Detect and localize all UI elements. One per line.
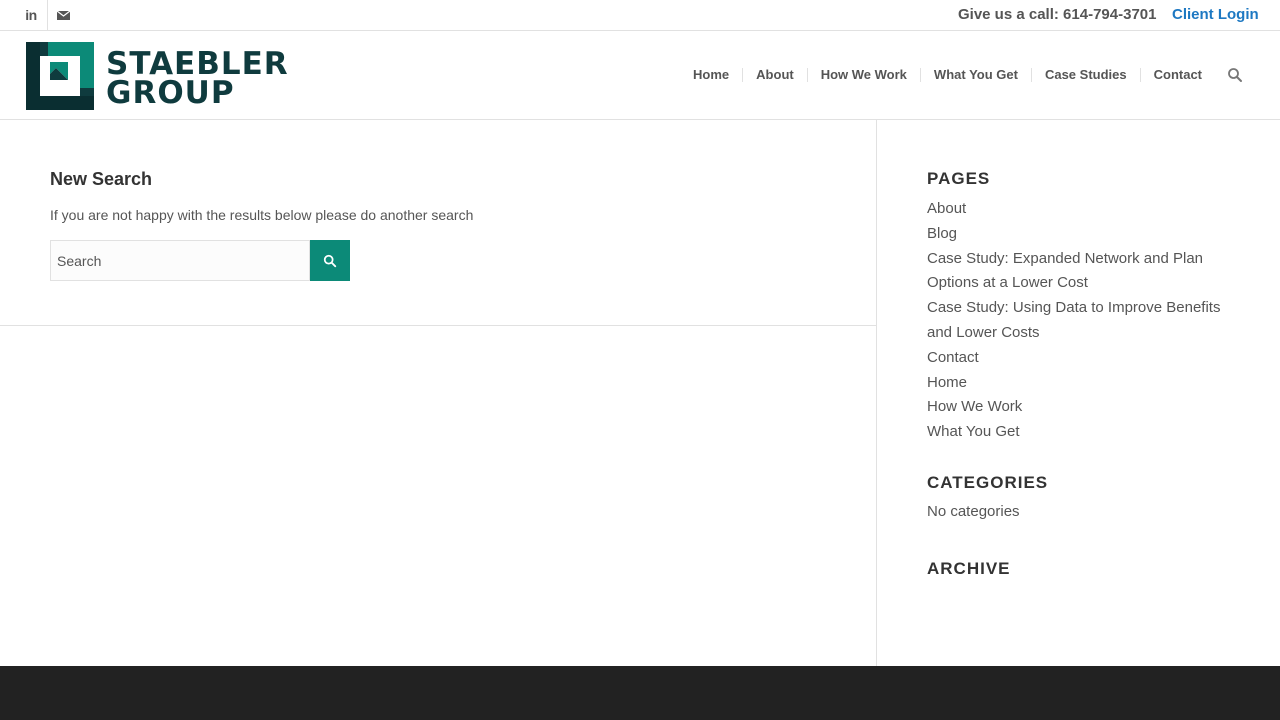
nav-how-we-work[interactable]: How We Work	[806, 68, 920, 82]
logo-mark-icon	[26, 42, 94, 110]
list-item: Case Study: Expanded Network and Plan Op…	[927, 247, 1227, 297]
page-link-about[interactable]: About	[927, 200, 966, 217]
search-icon	[323, 254, 337, 267]
phone-number: Give us a call: 614-794-3701	[958, 6, 1157, 23]
categories-widget-title: CATEGORIES	[927, 473, 1049, 492]
archive-widget-title: ARCHIVE	[927, 559, 1011, 578]
site-header: STAEBLER GROUP Home About How We Work Wh…	[0, 31, 1280, 120]
page-link-home[interactable]: Home	[927, 374, 967, 391]
list-item: Home	[927, 371, 1227, 396]
page-link-contact[interactable]: Contact	[927, 349, 979, 366]
linkedin-link[interactable]: in	[15, 0, 47, 30]
logo-line-2: GROUP	[106, 75, 235, 111]
list-item: Blog	[927, 222, 1227, 247]
mail-icon	[56, 10, 70, 20]
site-logo[interactable]: STAEBLER GROUP	[26, 42, 316, 110]
top-bar: in Give us a call: 614-794-3701 Client L…	[0, 0, 1280, 31]
page-link-case-study-data[interactable]: Case Study: Using Data to Improve Benefi…	[927, 299, 1220, 341]
client-login-link[interactable]: Client Login	[1172, 6, 1259, 23]
page-link-how-we-work[interactable]: How We Work	[927, 398, 1022, 415]
nav-contact[interactable]: Contact	[1139, 68, 1215, 82]
no-categories-text: No categories	[927, 503, 1020, 520]
search-description: If you are not happy with the results be…	[50, 207, 474, 223]
content-divider	[0, 325, 876, 326]
search-form	[50, 240, 350, 281]
nav-what-you-get[interactable]: What You Get	[919, 68, 1031, 82]
main-navigation: Home About How We Work What You Get Case…	[680, 31, 1215, 119]
search-submit-button[interactable]	[310, 240, 350, 281]
list-item: Case Study: Using Data to Improve Benefi…	[927, 296, 1227, 346]
page-link-case-study-network[interactable]: Case Study: Expanded Network and Plan Op…	[927, 250, 1203, 292]
list-item: What You Get	[927, 420, 1227, 445]
social-links: in	[15, 0, 78, 30]
nav-about[interactable]: About	[742, 68, 807, 82]
list-item: About	[927, 197, 1227, 222]
mail-link[interactable]	[47, 0, 78, 30]
page-title: New Search	[50, 169, 153, 189]
nav-case-studies[interactable]: Case Studies	[1030, 68, 1140, 82]
logo-text: STAEBLER GROUP	[106, 49, 289, 111]
pages-list: About Blog Case Study: Expanded Network …	[927, 197, 1227, 445]
main-content: New Search If you are not happy with the…	[0, 120, 877, 666]
search-icon[interactable]	[1227, 67, 1243, 83]
linkedin-icon: in	[25, 7, 37, 23]
site-footer	[0, 666, 1280, 720]
nav-home[interactable]: Home	[680, 68, 742, 82]
pages-widget-title: PAGES	[927, 169, 991, 188]
page-link-blog[interactable]: Blog	[927, 225, 957, 242]
list-item: How We Work	[927, 395, 1227, 420]
search-input[interactable]	[50, 240, 310, 281]
page-link-what-you-get[interactable]: What You Get	[927, 423, 1020, 440]
list-item: Contact	[927, 346, 1227, 371]
